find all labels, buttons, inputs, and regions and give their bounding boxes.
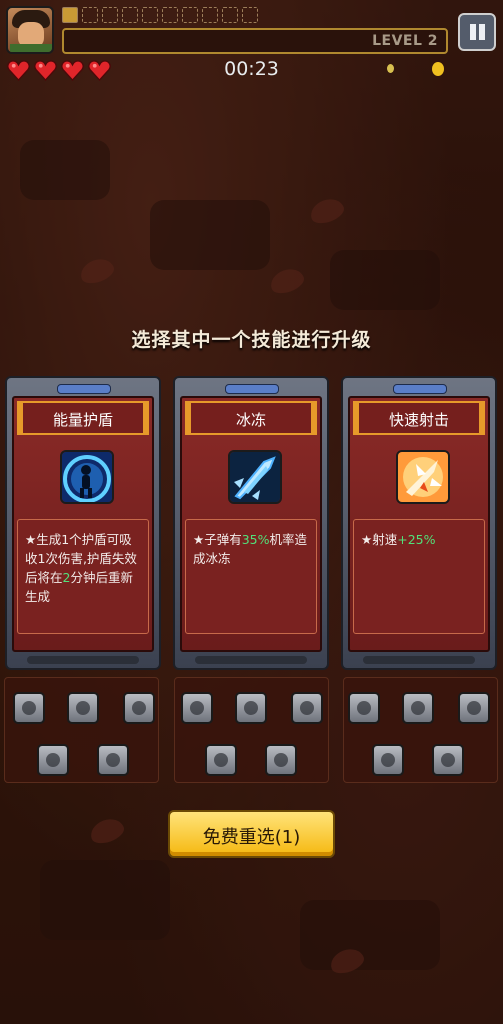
skill-slot-icon [205,744,237,776]
skill-description: ★子弹有35%机率造成冰冻 [185,519,317,634]
xp-slots [62,7,258,23]
xp-slot [102,7,118,23]
skill-slot-icon [432,744,464,776]
xp-slot [222,7,238,23]
skill-name: 快速射击 [388,411,449,429]
xp-slot [62,7,78,23]
level-progress-bar: LEVEL 2 [62,28,448,54]
level-label: LEVEL 2 [372,33,438,49]
skill-description: ★射速+25% [353,519,485,634]
skill-slot-icon [348,692,380,724]
skill-tree-tray [4,677,159,783]
free-reroll-button[interactable]: 免费重选(1) [168,810,335,858]
skill-slot-icon [181,692,213,724]
skill-slot-icon [97,744,129,776]
xp-slot [202,7,218,23]
xp-slot [82,7,98,23]
ice-shard-skill-icon [228,450,282,504]
skill-card-freeze[interactable]: 冰冻 ★子弹有35%机率造成冰冻 [173,376,329,670]
skill-card-rapid-fire[interactable]: 快速射击 ★射速+25% [341,376,497,670]
skill-tree-tray [343,677,498,783]
skill-description: ★生成1个护盾可吸收1次伤害,护盾失效后将在2分钟后重新生成 [17,519,149,634]
coin-icon [432,62,444,76]
skill-slot-icon [458,692,490,724]
skill-slot-icon [67,692,99,724]
skill-slot-icon [372,744,404,776]
player-avatar [6,6,54,54]
skill-name: 能量护盾 [52,411,113,429]
shield-skill-icon [60,450,114,504]
game-timer: 00:23 [224,58,279,80]
reroll-label: 免费重选(1) [202,827,301,848]
xp-slot [162,7,178,23]
xp-slot [182,7,198,23]
skill-slot-icon [265,744,297,776]
skill-card-energy-shield[interactable]: 能量护盾 ★生成1个护盾可吸收1次伤害,护盾失效后将在2分钟后重新生成 [5,376,161,670]
pause-button[interactable] [458,13,496,51]
xp-slot [242,7,258,23]
skill-slot-icon [402,692,434,724]
skill-slot-icon [235,692,267,724]
skill-slot-icon [13,692,45,724]
xp-slot [122,7,138,23]
rapid-fire-skill-icon [396,450,450,504]
skill-slot-icon [37,744,69,776]
skill-name: 冰冻 [235,411,266,429]
skill-slot-icon [123,692,155,724]
skill-tree-tray [174,677,329,783]
gem-icon [387,64,394,73]
upgrade-prompt-title: 选择其中一个技能进行升级 [131,329,372,351]
xp-slot [142,7,158,23]
skill-slot-icon [291,692,323,724]
